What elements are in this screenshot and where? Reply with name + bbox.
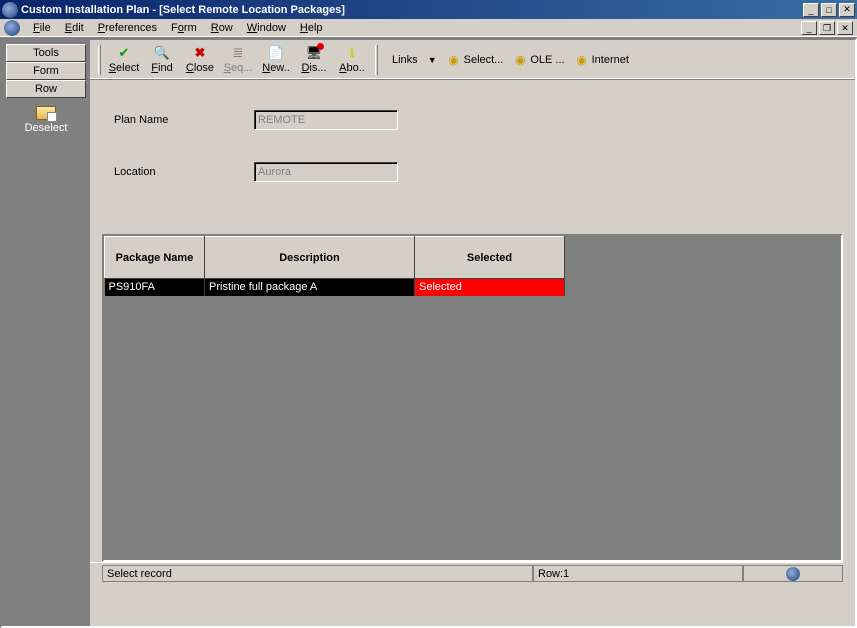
- tool-find[interactable]: 🔍Find: [143, 42, 181, 78]
- form-row-location: Location: [114, 162, 831, 182]
- mdi-close-button[interactable]: ✕: [837, 21, 853, 35]
- mdi-minimize-button[interactable]: _: [801, 21, 817, 35]
- tool-abo[interactable]: ℹAbo..: [333, 42, 371, 78]
- menu-edit[interactable]: Edit: [58, 20, 91, 36]
- link-select-label: Select...: [464, 54, 504, 66]
- app-menu-icon[interactable]: [4, 20, 20, 36]
- link-ole[interactable]: ◉OLE ...: [513, 53, 564, 67]
- link-ole-icon: ◉: [513, 53, 527, 67]
- cell-selected: Selected: [415, 279, 565, 296]
- maximize-button[interactable]: □: [821, 3, 837, 17]
- tool-seq: ≣Seq...: [219, 42, 257, 78]
- data-grid[interactable]: Package Name Description Selected PS910F…: [104, 236, 841, 296]
- minimize-button[interactable]: _: [803, 3, 819, 17]
- link-internet-icon: ◉: [575, 53, 589, 67]
- col-package-name[interactable]: Package Name: [105, 237, 205, 279]
- menu-window[interactable]: Window: [240, 20, 293, 36]
- find-icon: 🔍: [154, 45, 170, 61]
- client-area: Tools Form Row Deselect ✔Select 🔍Find ✖C…: [0, 38, 857, 628]
- link-select-icon: ◉: [447, 53, 461, 67]
- link-ole-label: OLE ...: [530, 54, 564, 66]
- toolbar: ✔Select 🔍Find ✖Close ≣Seq... 📄New.. 🖥Dis…: [90, 40, 855, 80]
- toolbar-grip-2: [375, 45, 378, 75]
- status-bar: Select record Row:1: [90, 562, 843, 582]
- menu-preferences[interactable]: Preferences: [91, 20, 164, 36]
- tool-new[interactable]: 📄New..: [257, 42, 295, 78]
- status-globe: [743, 565, 843, 582]
- mdi-buttons: _ ❐ ✕: [801, 21, 853, 35]
- close-icon: ✖: [192, 45, 208, 61]
- links-dropdown-icon[interactable]: ▼: [428, 55, 437, 65]
- seq-icon: ≣: [230, 45, 246, 61]
- col-selected[interactable]: Selected: [415, 237, 565, 279]
- menu-help[interactable]: Help: [293, 20, 330, 36]
- cell-description: Pristine full package A: [205, 279, 415, 296]
- menu-row[interactable]: Row: [204, 20, 240, 36]
- dis-icon: 🖥: [306, 45, 322, 61]
- sidetab-row[interactable]: Row: [6, 80, 86, 98]
- grid-panel: Package Name Description Selected PS910F…: [102, 234, 843, 562]
- globe-icon: [786, 567, 800, 581]
- link-select[interactable]: ◉Select...: [447, 53, 504, 67]
- main-area: ✔Select 🔍Find ✖Close ≣Seq... 📄New.. 🖥Dis…: [90, 40, 855, 626]
- close-window-button[interactable]: ✕: [839, 3, 855, 17]
- sidetab-tools[interactable]: Tools: [6, 44, 86, 62]
- status-message: Select record: [102, 565, 533, 582]
- new-icon: 📄: [268, 45, 284, 61]
- app-icon: [2, 2, 18, 18]
- sidetab-form[interactable]: Form: [6, 62, 86, 80]
- table-row[interactable]: PS910FA Pristine full package A Selected: [105, 279, 842, 296]
- link-internet-label: Internet: [592, 54, 629, 66]
- mdi-restore-button[interactable]: ❐: [819, 21, 835, 35]
- side-action-label: Deselect: [25, 122, 68, 134]
- status-row: Row:1: [533, 565, 743, 582]
- window-buttons: _ □ ✕: [803, 3, 855, 17]
- side-panel: Tools Form Row Deselect: [2, 40, 90, 626]
- location-label: Location: [114, 166, 254, 178]
- deselect-icon: [36, 106, 56, 120]
- menu-bar: File Edit Preferences Form Row Window He…: [0, 19, 857, 38]
- window-title: Custom Installation Plan - [Select Remot…: [21, 4, 803, 16]
- tool-dis[interactable]: 🖥Dis...: [295, 42, 333, 78]
- col-description[interactable]: Description: [205, 237, 415, 279]
- links-area: Links ▼ ◉Select... ◉OLE ... ◉Internet: [392, 53, 629, 67]
- links-label: Links: [392, 54, 418, 66]
- check-icon: ✔: [116, 45, 132, 61]
- form-area: Plan Name Location: [90, 80, 855, 234]
- cell-package-name: PS910FA: [105, 279, 205, 296]
- link-internet[interactable]: ◉Internet: [575, 53, 629, 67]
- menu-file[interactable]: File: [26, 20, 58, 36]
- plan-name-field[interactable]: [254, 110, 398, 130]
- toolbar-grip: [98, 45, 101, 75]
- menu-form[interactable]: Form: [164, 20, 204, 36]
- title-bar: Custom Installation Plan - [Select Remot…: [0, 0, 857, 19]
- tool-select[interactable]: ✔Select: [105, 42, 143, 78]
- form-row-plan-name: Plan Name: [114, 110, 831, 130]
- side-action-deselect[interactable]: Deselect: [6, 106, 86, 134]
- location-field[interactable]: [254, 162, 398, 182]
- plan-name-label: Plan Name: [114, 114, 254, 126]
- side-tabs: Tools Form Row: [6, 44, 86, 98]
- tool-close[interactable]: ✖Close: [181, 42, 219, 78]
- abo-icon: ℹ: [344, 45, 360, 61]
